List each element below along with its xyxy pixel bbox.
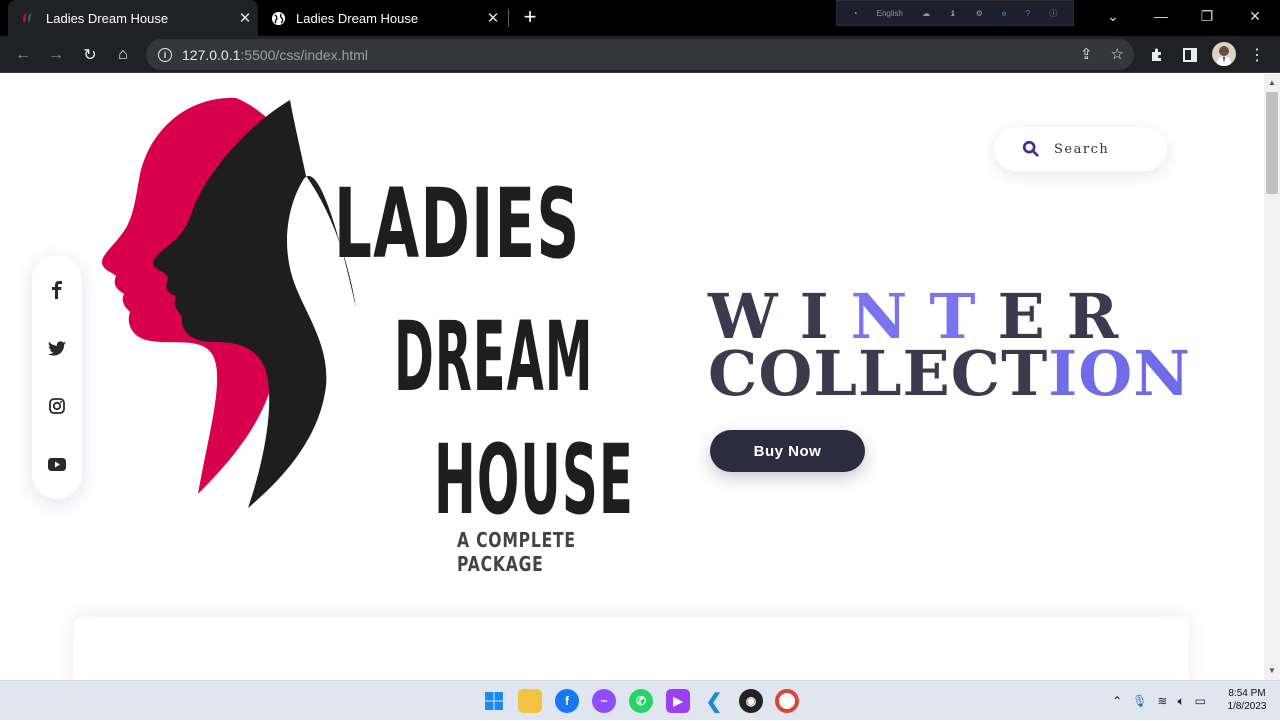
windows-start-icon[interactable] — [482, 689, 506, 713]
url-path: :5500/css/index.html — [240, 46, 369, 63]
cloud-icon[interactable]: ☁ — [922, 9, 930, 18]
collection-highlight: ION — [1048, 337, 1191, 410]
site-logo[interactable]: LADIES DREAM HOUSE A COMPLETE PACKAGE — [96, 96, 656, 576]
edge-icon[interactable]: e — [1002, 9, 1006, 18]
forward-button[interactable]: → — [43, 42, 69, 68]
close-window-button[interactable]: ✕ — [1232, 0, 1278, 32]
site-info-icon[interactable]: i — [158, 47, 172, 62]
facebook-app-icon[interactable]: f — [555, 689, 579, 713]
hero-title-collection: COLLECTION — [708, 343, 1191, 405]
page-scrollbar[interactable]: ▲ ▼ — [1264, 74, 1280, 680]
tab-search-icon[interactable]: ⌄ — [1090, 0, 1136, 32]
language-toolbar-overlay[interactable]: ◔ English ☁ ♝ ⚙ e ? ⓘ — [836, 0, 1074, 26]
address-bar[interactable]: i 127.0.0.1:5500/css/index.html ⇪ ☆ — [146, 39, 1134, 70]
browser-tab-bar: Ladies Dream House ✕ Ladies Dream House … — [0, 0, 1280, 36]
logo-tagline: A COMPLETE PACKAGE — [457, 528, 576, 576]
globe-icon — [270, 10, 286, 26]
restore-button[interactable]: ❐ — [1184, 0, 1230, 32]
wifi-icon[interactable]: ≋ — [1157, 694, 1167, 708]
page-viewport: LADIES DREAM HOUSE A COMPLETE PACKAGE WI… — [0, 74, 1264, 680]
gear-icon[interactable]: ⚙ — [976, 9, 983, 18]
youtube-icon[interactable] — [47, 454, 67, 474]
toolbar-icon[interactable]: ◔ — [853, 9, 858, 18]
tab-title: Ladies Dream House — [296, 10, 419, 26]
extensions-puzzle-icon[interactable] — [1144, 42, 1170, 68]
clock-time: 8:54 PM — [1228, 688, 1266, 699]
twitter-icon[interactable] — [47, 338, 67, 358]
whatsapp-icon[interactable]: ✆ — [629, 689, 653, 713]
social-links-bar — [32, 255, 82, 499]
brush-icon[interactable]: ♝ — [949, 9, 956, 18]
share-icon[interactable]: ⇪ — [1080, 45, 1093, 63]
search-box[interactable] — [994, 127, 1167, 171]
taskbar-clock[interactable]: 8:54 PM 1/8/2023 — [1222, 687, 1272, 713]
site-logo-icon — [20, 10, 36, 26]
facebook-icon[interactable] — [47, 280, 67, 300]
windows-taskbar: f ~ ✆ ▶ ❮ ◉ ⌃ 🎙︎ ≋ 🔈︎ ▭ 8:54 PM 1/8/2023 — [0, 680, 1280, 720]
microphone-icon[interactable]: 🎙︎ — [1132, 694, 1147, 708]
info-icon[interactable]: ⓘ — [1049, 8, 1057, 19]
volume-icon[interactable]: 🔈︎ — [1177, 694, 1184, 709]
url-text[interactable]: 127.0.0.1:5500/css/index.html — [182, 47, 368, 63]
profile-avatar[interactable] — [1212, 42, 1236, 66]
instagram-icon[interactable] — [47, 396, 67, 416]
browser-menu-icon[interactable]: ⋮ — [1244, 42, 1270, 68]
logo-text-dream: DREAM — [394, 301, 594, 413]
scroll-up-icon[interactable]: ▲ — [1268, 78, 1276, 87]
file-explorer-icon[interactable] — [518, 689, 542, 713]
battery-icon[interactable]: ▭ — [1195, 694, 1206, 708]
scroll-down-icon[interactable]: ▼ — [1268, 666, 1276, 675]
video-editor-icon[interactable]: ▶ — [666, 689, 690, 713]
tab-divider — [508, 9, 509, 27]
home-button[interactable]: ⌂ — [110, 42, 136, 68]
url-host: 127.0.0.1 — [182, 46, 241, 63]
buy-now-button[interactable]: Buy Now — [710, 430, 865, 472]
back-button[interactable]: ← — [10, 42, 36, 68]
logo-text-house: HOUSE — [434, 424, 635, 536]
scrollbar-thumb[interactable] — [1266, 92, 1278, 194]
omnibox-actions: ⇪ ☆ — [1080, 45, 1124, 63]
search-icon[interactable] — [1022, 140, 1040, 158]
search-input[interactable] — [1054, 141, 1154, 157]
browser-toolbar: ← → ↻ ⌂ i 127.0.0.1:5500/css/index.html … — [0, 36, 1280, 73]
chevron-up-icon[interactable]: ⌃ — [1112, 694, 1122, 708]
messenger-icon[interactable]: ~ — [592, 689, 616, 713]
vscode-icon[interactable]: ❮ — [702, 689, 726, 713]
language-label[interactable]: English — [877, 9, 903, 18]
new-tab-button[interactable]: + — [518, 6, 542, 30]
side-panel-icon[interactable] — [1177, 42, 1203, 68]
tab-ladies-dream-house[interactable]: Ladies Dream House ✕ — [260, 0, 506, 36]
hero-heading: WINTER COLLECTION — [708, 284, 1191, 405]
clock-date: 1/8/2023 — [1227, 701, 1267, 712]
chrome-icon[interactable] — [775, 689, 799, 713]
logo-text-ladies: LADIES — [334, 168, 581, 280]
tab-title: Ladies Dream House — [46, 10, 169, 26]
bookmark-star-icon[interactable]: ☆ — [1111, 45, 1124, 63]
obs-icon[interactable]: ◉ — [739, 689, 763, 713]
content-card — [74, 617, 1189, 680]
reload-button[interactable]: ↻ — [77, 42, 103, 68]
collection-part: COLLECT — [708, 337, 1049, 410]
minimize-button[interactable]: — — [1138, 0, 1184, 32]
help-icon[interactable]: ? — [1026, 9, 1030, 18]
faces-silhouette-graphic — [102, 97, 356, 508]
tab-ladies-dream-house-active[interactable]: Ladies Dream House ✕ — [8, 0, 258, 36]
close-tab-icon[interactable]: ✕ — [232, 9, 258, 27]
close-tab-icon[interactable]: ✕ — [480, 9, 506, 27]
